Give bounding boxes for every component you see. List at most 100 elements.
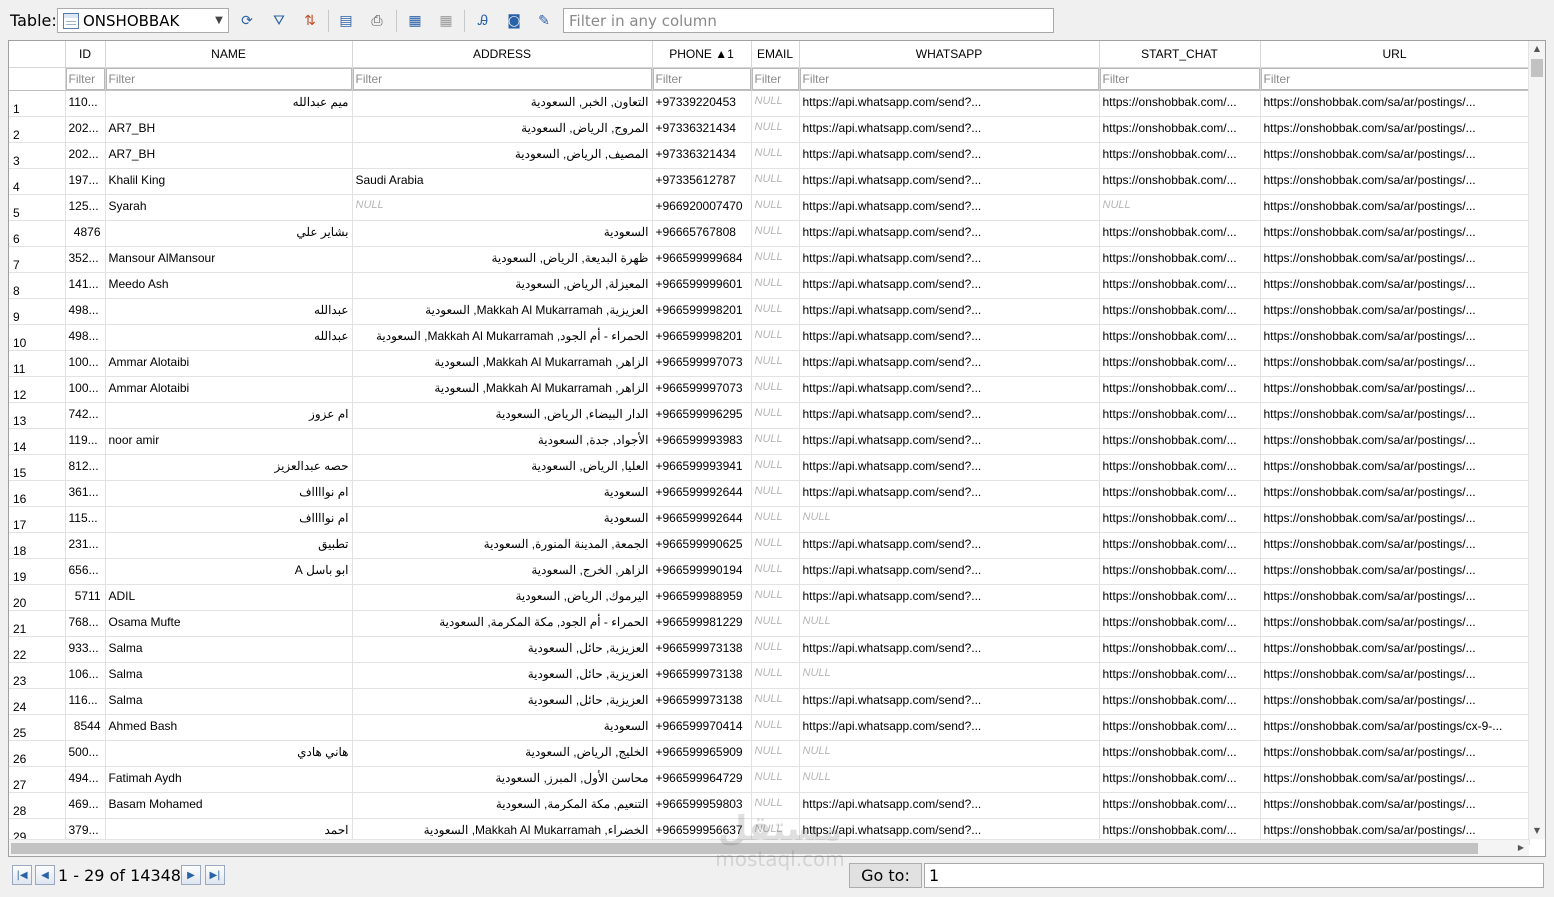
cell-email[interactable]: NULL xyxy=(751,350,800,377)
cell-name[interactable]: Mansour AlMansour xyxy=(105,246,353,273)
table-row[interactable]: 9 498... عبدالله العزيزية, Makkah Al Mukarr… xyxy=(9,298,1530,325)
edit-cell-icon[interactable]: ✎ xyxy=(533,10,555,32)
cell-address[interactable]: محاسن الأول, المبرز, السعودية xyxy=(352,766,653,793)
table-row[interactable]: 2 202... AR7_BH المروج, الرياض, السعودية +97… xyxy=(9,116,1530,143)
cell-email[interactable]: NULL xyxy=(751,610,800,637)
cell-start_chat[interactable]: https://onshobbak.com/... xyxy=(1099,714,1261,741)
cell-phone[interactable]: +966920007470 xyxy=(652,194,752,221)
cell-phone[interactable]: +966599992644 xyxy=(652,506,752,533)
cell-address[interactable]: الخليج, الرياض, السعودية xyxy=(352,740,653,767)
cell-phone[interactable]: +966599997073 xyxy=(652,350,752,377)
cell-address[interactable]: الحمراء - أم الجود, مكة المكرمة, السعودي… xyxy=(352,610,653,637)
table-row[interactable]: 15 812... حصه عبدالعزيز العليا, الرياض, الس… xyxy=(9,454,1530,481)
cell-id[interactable]: 116... xyxy=(65,688,106,715)
cell-url[interactable]: https://onshobbak.com/sa/ar/postings/... xyxy=(1260,480,1530,507)
cell-email[interactable]: NULL xyxy=(751,662,800,689)
cell-url[interactable]: https://onshobbak.com/sa/ar/postings/... xyxy=(1260,324,1530,351)
cell-whatsapp[interactable]: NULL xyxy=(799,662,1100,689)
cell-phone[interactable]: +966599964729 xyxy=(652,766,752,793)
cell-id[interactable]: 100... xyxy=(65,350,106,377)
cell-email[interactable]: NULL xyxy=(751,740,800,767)
cell-email[interactable]: NULL xyxy=(751,714,800,741)
cell-id[interactable]: 933... xyxy=(65,636,106,663)
cell-email[interactable]: NULL xyxy=(751,506,800,533)
cell-address[interactable]: ظهرة البديعة, الرياض, السعودية xyxy=(352,246,653,273)
cell-id[interactable]: 768... xyxy=(65,610,106,637)
cell-id[interactable]: 4876 xyxy=(65,220,106,247)
cell-name[interactable]: حصه عبدالعزيز xyxy=(105,454,353,481)
table-row[interactable]: 27 494... Fatimah Aydh محاسن الأول, المبرز,… xyxy=(9,766,1530,793)
scroll-right-icon[interactable]: ▶ xyxy=(1513,840,1529,856)
column-header-start_chat[interactable]: START_CHAT xyxy=(1099,41,1261,68)
cell-address[interactable]: السعودية xyxy=(352,480,653,507)
filter-input-url[interactable] xyxy=(1260,67,1529,90)
find-replace-icon[interactable]: ◙ xyxy=(503,10,525,32)
save-table-icon[interactable]: ▤ xyxy=(335,10,357,32)
cell-url[interactable]: https://onshobbak.com/sa/ar/postings/... xyxy=(1260,376,1530,403)
cell-whatsapp[interactable]: https://api.whatsapp.com/send?... xyxy=(799,636,1100,663)
cell-start_chat[interactable]: https://onshobbak.com/... xyxy=(1099,246,1261,273)
table-row[interactable]: 17 115... ام نوااااف السعودية +966599992644 N… xyxy=(9,506,1530,533)
cell-email[interactable]: NULL xyxy=(751,142,800,169)
cell-phone[interactable]: +966599993983 xyxy=(652,428,752,455)
cell-whatsapp[interactable]: https://api.whatsapp.com/send?... xyxy=(799,142,1100,169)
cell-email[interactable]: NULL xyxy=(751,454,800,481)
filter-any-column-input[interactable] xyxy=(563,8,1054,33)
column-header-phone[interactable]: PHONE ▲1 xyxy=(652,41,752,68)
table-row[interactable]: 6 4876 بشاير علي السعودية +96665767808 NULL ht… xyxy=(9,220,1530,247)
filter-input-start_chat[interactable] xyxy=(1099,67,1260,90)
cell-email[interactable]: NULL xyxy=(751,298,800,325)
table-row[interactable]: 25 8544 Ahmed Bash السعودية +966599970414 NUL… xyxy=(9,714,1530,741)
cell-email[interactable]: NULL xyxy=(751,532,800,559)
cell-whatsapp[interactable]: https://api.whatsapp.com/send?... xyxy=(799,714,1100,741)
cell-start_chat[interactable]: https://onshobbak.com/... xyxy=(1099,688,1261,715)
cell-whatsapp[interactable]: https://api.whatsapp.com/send?... xyxy=(799,298,1100,325)
clear-filters-icon[interactable]: ⛛ xyxy=(268,10,290,32)
cell-phone[interactable]: +966599990625 xyxy=(652,532,752,559)
cell-email[interactable]: NULL xyxy=(751,246,800,273)
cell-address[interactable]: المروج, الرياض, السعودية xyxy=(352,116,653,143)
cell-whatsapp[interactable]: https://api.whatsapp.com/send?... xyxy=(799,376,1100,403)
table-row[interactable]: 26 500... هاني هادي الخليج, الرياض, السعودي… xyxy=(9,740,1530,767)
cell-phone[interactable]: +97335612787 xyxy=(652,168,752,195)
cell-name[interactable]: Osama Mufte xyxy=(105,610,353,637)
cell-url[interactable]: https://onshobbak.com/sa/ar/postings/... xyxy=(1260,142,1530,169)
column-header-name[interactable]: NAME xyxy=(105,41,353,68)
cell-whatsapp[interactable]: NULL xyxy=(799,610,1100,637)
cell-name[interactable]: Khalil King xyxy=(105,168,353,195)
cell-phone[interactable]: +966599999684 xyxy=(652,246,752,273)
cell-address[interactable]: الأجواد, جدة, السعودية xyxy=(352,428,653,455)
cell-url[interactable]: https://onshobbak.com/sa/ar/postings/... xyxy=(1260,532,1530,559)
cell-whatsapp[interactable]: https://api.whatsapp.com/send?... xyxy=(799,246,1100,273)
table-row[interactable]: 5 125... Syarah NULL +966920007470 NULL https:… xyxy=(9,194,1530,221)
cell-url[interactable]: https://onshobbak.com/sa/ar/postings/... xyxy=(1260,298,1530,325)
clear-sort-icon[interactable]: ⇅ xyxy=(299,10,321,32)
cell-start_chat[interactable]: https://onshobbak.com/... xyxy=(1099,90,1261,117)
cell-phone[interactable]: +966599981229 xyxy=(652,610,752,637)
table-row[interactable]: 7 352... Mansour AlMansour ظهرة البديعة, ال… xyxy=(9,246,1530,273)
cell-url[interactable]: https://onshobbak.com/sa/ar/postings/... xyxy=(1260,454,1530,481)
cell-email[interactable]: NULL xyxy=(751,168,800,195)
filter-input-email[interactable] xyxy=(751,67,799,90)
cell-email[interactable]: NULL xyxy=(751,558,800,585)
cell-id[interactable]: 202... xyxy=(65,116,106,143)
table-row[interactable]: 16 361... ام نوااااف السعودية +966599992644 N… xyxy=(9,480,1530,507)
cell-phone[interactable]: +966599959803 xyxy=(652,792,752,819)
cell-url[interactable]: https://onshobbak.com/sa/ar/postings/... xyxy=(1260,766,1530,793)
filter-input-id[interactable] xyxy=(65,67,105,90)
cell-start_chat[interactable]: https://onshobbak.com/... xyxy=(1099,740,1261,767)
cell-whatsapp[interactable]: https://api.whatsapp.com/send?... xyxy=(799,428,1100,455)
cell-phone[interactable]: +96665767808 xyxy=(652,220,752,247)
cell-address[interactable]: الزاهر, Makkah Al Mukarramah, السعودية xyxy=(352,350,653,377)
cell-url[interactable]: https://onshobbak.com/sa/ar/postings/... xyxy=(1260,246,1530,273)
print-icon[interactable]: ⎙ xyxy=(366,10,388,32)
cell-address[interactable]: الزاهر, الخرج, السعودية xyxy=(352,558,653,585)
table-row[interactable]: 23 106... Salma العزيزية, حائل, السعودية +96… xyxy=(9,662,1530,689)
cell-address[interactable]: العزيزية, Makkah Al Mukarramah, السعودية xyxy=(352,298,653,325)
cell-address[interactable]: NULL xyxy=(352,194,653,221)
cell-phone[interactable]: +966599993941 xyxy=(652,454,752,481)
cell-address[interactable]: المصيف, الرياض, السعودية xyxy=(352,142,653,169)
cell-name[interactable]: Ammar Alotaibi xyxy=(105,350,353,377)
cell-phone[interactable]: +966599998201 xyxy=(652,298,752,325)
cell-start_chat[interactable]: https://onshobbak.com/... xyxy=(1099,142,1261,169)
